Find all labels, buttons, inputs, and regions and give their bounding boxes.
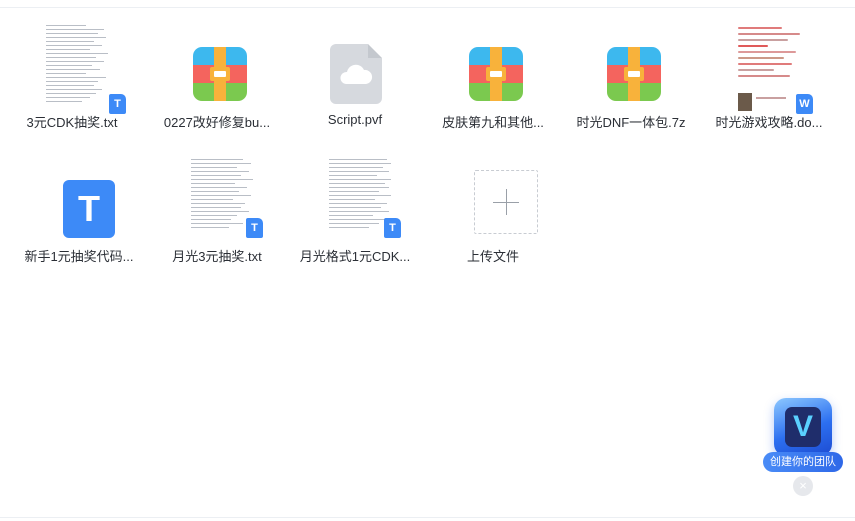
file-tile[interactable]: W 时光游戏攻略.do... [700,10,838,138]
file-name: 3元CDK抽奖.txt [26,115,118,130]
file-tile[interactable]: T 月光格式1元CDK... [286,144,424,272]
file-tile[interactable]: T 新手1元抽奖代码... [10,144,148,272]
txt-badge-icon: T [109,94,126,114]
archive-icon [459,20,527,114]
upload-label: 上传文件 [466,249,519,264]
text-file-t-icon: T [63,180,115,238]
cloud-file-icon [321,20,389,114]
text-preview [46,25,110,113]
archive-icon [183,20,251,114]
txt-badge-icon: T [384,218,401,238]
file-name: 皮肤第九和其他... [442,115,544,130]
text-doc-icon: T [321,154,401,248]
team-logo-icon: V [774,398,832,456]
file-name: 新手1元抽奖代码... [24,249,134,264]
file-name: Script.pvf [327,112,383,127]
create-team-widget[interactable]: V 创建你的团队 × [763,398,843,498]
top-divider [0,7,855,8]
file-tile[interactable]: T 3元CDK抽奖.txt [3,10,141,138]
text-doc-icon: T [183,154,263,248]
upload-tile[interactable]: 上传文件 [424,144,562,272]
file-tile[interactable]: 皮肤第九和其他... [424,10,562,138]
file-tile[interactable]: Script.pvf [286,10,424,138]
create-team-button[interactable]: 创建你的团队 [763,452,843,472]
file-name: 0227改好修复bu... [163,115,271,130]
close-icon[interactable]: × [793,476,813,496]
file-name: 月光格式1元CDK... [299,249,411,264]
bottom-divider [0,517,855,518]
text-file-icon: T [45,154,115,248]
file-browser: T 3元CDK抽奖.txt 0227改好修复bu... Script.pvf 皮… [0,0,855,521]
file-tile[interactable]: T 月光3元抽奖.txt [148,144,286,272]
text-doc-icon: T [38,20,126,114]
word-badge-icon: W [796,94,813,114]
file-tile[interactable]: 0227改好修复bu... [148,10,286,138]
upload-button[interactable] [459,154,538,248]
file-name: 时光游戏攻略.do... [715,115,823,130]
file-name: 时光DNF一体包.7z [576,115,686,130]
file-tile[interactable]: 时光DNF一体包.7z [562,10,700,138]
archive-icon [597,20,665,114]
word-doc-icon: W [735,20,813,115]
file-name: 月光3元抽奖.txt [172,249,262,264]
txt-badge-icon: T [246,218,263,238]
